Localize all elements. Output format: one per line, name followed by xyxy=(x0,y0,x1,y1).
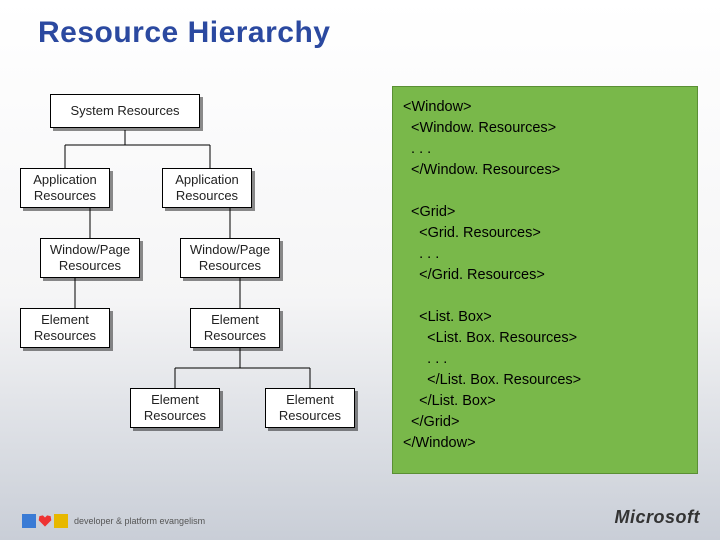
node-element-resources-2: Element Resources xyxy=(190,308,280,348)
node-window-page-resources-1: Window/Page Resources xyxy=(40,238,140,278)
node-element-resources-1: Element Resources xyxy=(20,308,110,348)
logo-square2-icon xyxy=(54,514,68,528)
connector-lines xyxy=(20,90,380,490)
code-panel: <Window> <Window. Resources> . . . </Win… xyxy=(392,86,698,474)
microsoft-logo: Microsoft xyxy=(615,507,701,528)
footer-tagline: developer & platform evangelism xyxy=(74,516,205,526)
footer-dev-logo: developer & platform evangelism xyxy=(22,514,205,528)
node-window-page-resources-2: Window/Page Resources xyxy=(180,238,280,278)
node-element-resources-3: Element Resources xyxy=(130,388,220,428)
logo-square-icon xyxy=(22,514,36,528)
page-title: Resource Hierarchy xyxy=(38,16,330,50)
node-system-resources: System Resources xyxy=(50,94,200,128)
node-element-resources-4: Element Resources xyxy=(265,388,355,428)
node-application-resources-2: Application Resources xyxy=(162,168,252,208)
node-application-resources-1: Application Resources xyxy=(20,168,110,208)
hierarchy-diagram: System Resources Application Resources A… xyxy=(20,90,380,490)
logo-heart-icon xyxy=(38,514,52,528)
